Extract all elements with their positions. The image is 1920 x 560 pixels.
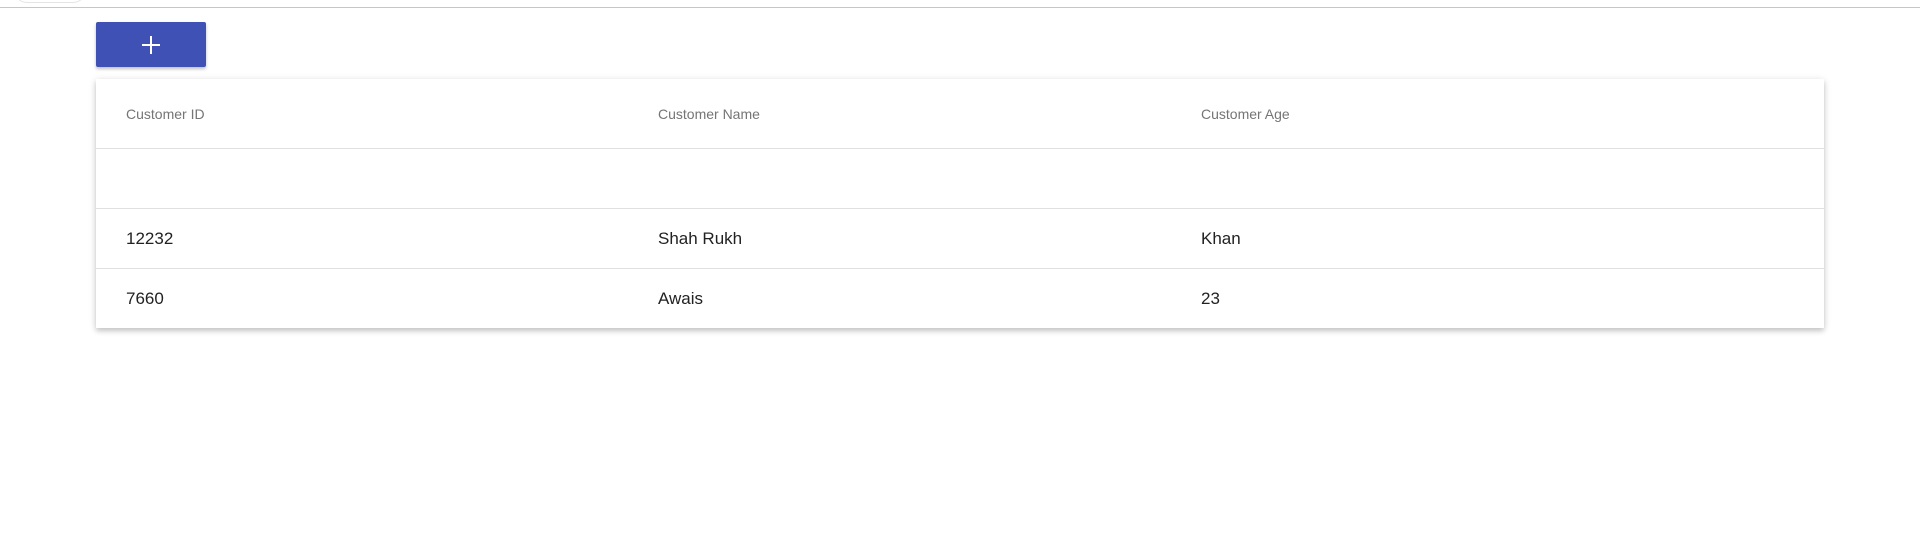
add-customer-button[interactable]	[96, 22, 206, 67]
customer-table-card: Customer ID Customer Name Customer Age 1…	[96, 79, 1824, 328]
cell-customer-id: 12232	[96, 208, 658, 269]
column-header-customer-age[interactable]: Customer Age	[1201, 79, 1824, 149]
table-header-row: Customer ID Customer Name Customer Age	[96, 79, 1824, 149]
cell-customer-name: Awais	[658, 288, 704, 308]
table-row[interactable]: 7660 Awais 23	[96, 269, 1824, 329]
cell-customer-name	[658, 148, 1201, 209]
customer-table: Customer ID Customer Name Customer Age 1…	[96, 79, 1824, 328]
cell-customer-name: Shah Rukh	[658, 208, 1201, 269]
table-row[interactable]: 12232 Shah Rukh Khan	[96, 208, 1824, 269]
top-bar	[0, 0, 1920, 8]
cell-customer-age: 23	[1201, 288, 1220, 308]
top-bar-tab	[14, 0, 86, 3]
cell-customer-age	[1201, 148, 1824, 209]
cell-customer-id	[96, 148, 658, 209]
plus-icon	[142, 35, 160, 54]
cell-customer-age: Khan	[1201, 208, 1824, 269]
cell-customer-id: 7660	[126, 288, 164, 308]
table-row[interactable]	[96, 148, 1824, 209]
column-header-customer-name[interactable]: Customer Name	[658, 79, 1201, 149]
column-header-customer-id[interactable]: Customer ID	[96, 79, 658, 149]
